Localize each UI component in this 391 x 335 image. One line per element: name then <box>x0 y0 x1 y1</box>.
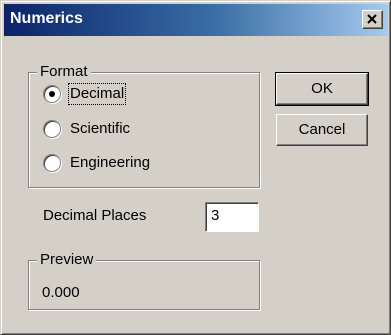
radio-decimal-label[interactable]: Decimal <box>67 83 127 105</box>
radio-scientific-button[interactable] <box>43 120 61 138</box>
radio-selected-dot <box>49 91 55 97</box>
title-bar[interactable]: Numerics <box>4 4 388 36</box>
window-title: Numerics <box>10 10 83 27</box>
decimal-places-input[interactable]: 3 <box>205 202 259 232</box>
radio-engineering-button[interactable] <box>43 154 61 172</box>
preview-group-label: Preview <box>37 251 97 269</box>
cancel-button-label: Cancel <box>298 121 346 138</box>
close-icon <box>367 14 377 24</box>
radio-engineering-label[interactable]: Engineering <box>70 153 150 173</box>
format-group-label: Format <box>37 63 91 81</box>
numerics-dialog: Numerics Format Decimal Scientific Engin… <box>0 0 391 335</box>
ok-button[interactable]: OK <box>275 72 369 106</box>
radio-scientific-label[interactable]: Scientific <box>70 119 130 139</box>
preview-group: Preview 0.000 <box>28 251 260 310</box>
ok-button-label: OK <box>311 80 333 97</box>
radio-decimal-button[interactable] <box>43 85 61 103</box>
preview-value: 0.000 <box>42 284 80 301</box>
decimal-places-label: Decimal Places <box>43 207 147 224</box>
cancel-button[interactable]: Cancel <box>276 114 368 146</box>
close-button[interactable] <box>362 10 383 29</box>
format-group: Format Decimal Scientific Engineering <box>28 63 260 188</box>
